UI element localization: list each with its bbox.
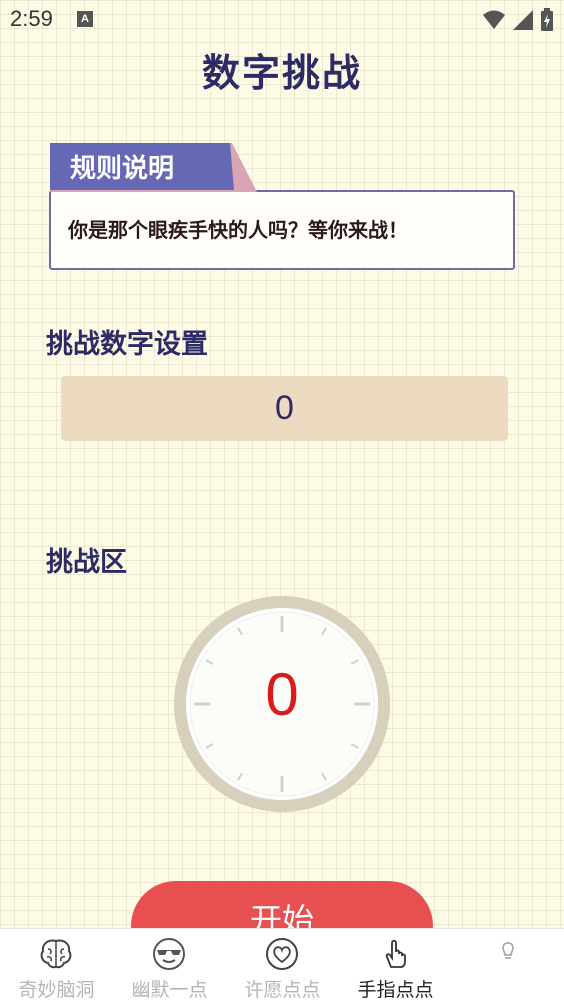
status-time: 2:59 (10, 6, 53, 31)
brain-icon (40, 939, 72, 969)
setting-label: 挑战数字设置 (46, 329, 208, 360)
nav-label-brain: 奇妙脑洞 (18, 979, 95, 1001)
status-bar: 2:59 A (0, 0, 564, 40)
rules-title: 规则说明 (70, 154, 175, 184)
nav-label-humor: 幽默一点 (131, 979, 208, 1001)
heart-icon (266, 938, 298, 970)
challenge-zone-label: 挑战区 (46, 547, 127, 578)
notification-a-icon: A (77, 11, 93, 27)
sunglasses-face-icon (153, 938, 185, 970)
battery-icon (541, 8, 553, 31)
challenge-number-input[interactable] (61, 376, 508, 441)
signal-icon (513, 10, 533, 30)
status-icons (482, 8, 554, 32)
bottom-nav: 奇妙脑洞 幽默一点 许愿点点 手指点点 (0, 928, 564, 1004)
nav-item-humor[interactable]: 幽默一点 (113, 929, 226, 1004)
nav-item-brain[interactable]: 奇妙脑洞 (0, 929, 113, 1004)
nav-label-finger: 手指点点 (357, 979, 434, 1001)
bulb-icon (502, 942, 514, 959)
rules-text: 你是那个眼疾手快的人吗？等你来战！ (68, 218, 408, 242)
nav-item-wish[interactable]: 许愿点点 (226, 929, 339, 1004)
nav-item-bulb[interactable] (452, 929, 564, 1004)
page-title: 数字挑战 (201, 51, 362, 95)
hand-pointer-icon (385, 939, 406, 968)
challenge-display-number: 0 (265, 661, 299, 728)
nav-label-wish: 许愿点点 (244, 979, 321, 1001)
nav-item-finger[interactable]: 手指点点 (339, 929, 452, 1004)
wifi-icon (483, 10, 505, 29)
